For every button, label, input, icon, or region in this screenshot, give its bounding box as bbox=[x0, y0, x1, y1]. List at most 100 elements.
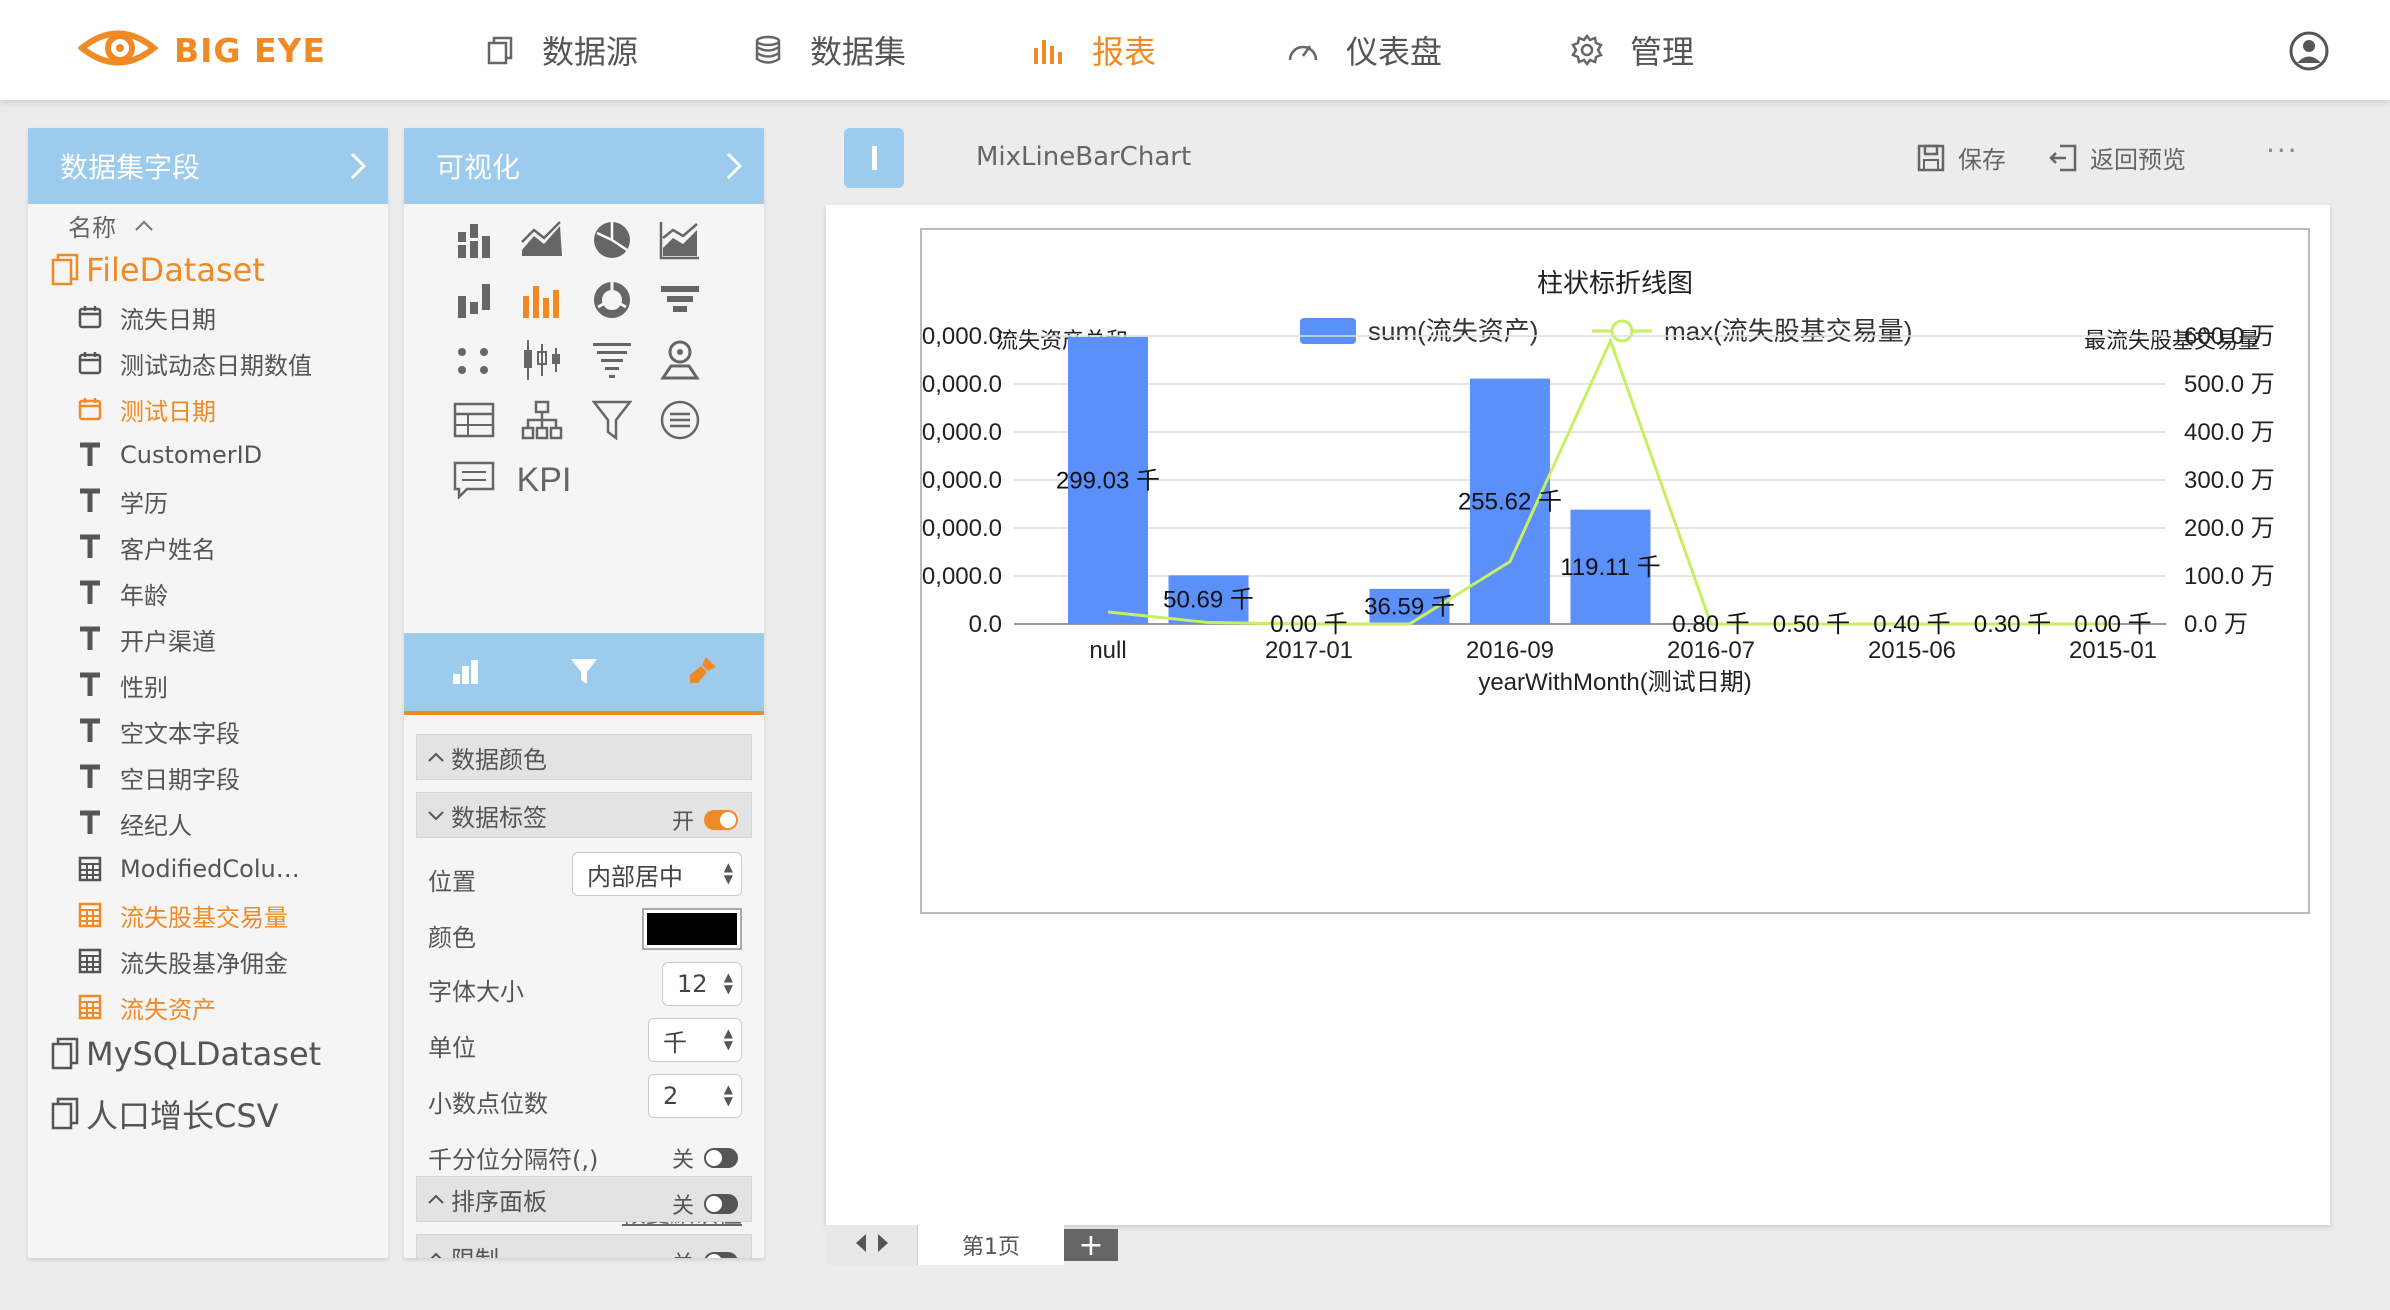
chart-widget[interactable]: 柱状标折线图 sum(流失资产) max(流失股基交易量) 流失资产总和 最流失股基交易… bbox=[895, 228, 2310, 914]
bar-data-label: 50.69 千 bbox=[1163, 587, 1254, 614]
viz-panel-header[interactable]: 可视化 bbox=[404, 128, 764, 204]
chevron-right-icon[interactable] bbox=[348, 150, 368, 189]
nav-admin[interactable]: 管理 bbox=[1570, 26, 1694, 74]
font-size-label: 字体大小 bbox=[428, 978, 524, 1006]
field-item[interactable]: 学历 bbox=[28, 478, 388, 524]
limit-toggle[interactable]: 关 bbox=[672, 1246, 739, 1258]
field-item[interactable]: 空日期字段 bbox=[28, 754, 388, 800]
bar-data-label: 0.80 千 bbox=[1672, 611, 1749, 638]
unit-select[interactable]: 千 ▲ ▼ bbox=[648, 1018, 742, 1062]
data-label-toggle[interactable]: 开 bbox=[672, 804, 739, 836]
chevron-up-icon bbox=[427, 751, 445, 763]
calendar-icon bbox=[76, 305, 104, 329]
donut-chart-icon[interactable] bbox=[590, 278, 634, 322]
add-page-button[interactable]: + bbox=[1064, 1228, 1118, 1263]
text-cursor-button[interactable] bbox=[844, 128, 904, 188]
chevron-right-icon[interactable] bbox=[724, 150, 744, 189]
more-menu-button[interactable]: ··· bbox=[2266, 134, 2299, 167]
dataset-item[interactable]: FileDataset bbox=[28, 246, 388, 294]
label-position-select[interactable]: 内部居中 ▲ ▼ bbox=[572, 852, 742, 896]
field-name: 开户渠道 bbox=[120, 627, 216, 656]
nav-report[interactable]: 报表 bbox=[1032, 26, 1156, 74]
tab-page-1[interactable]: 第1页 bbox=[918, 1225, 1064, 1265]
dataset-icon bbox=[50, 1036, 80, 1072]
area-chart-icon[interactable] bbox=[658, 218, 702, 262]
number-type-icon bbox=[76, 994, 104, 1020]
field-item[interactable]: 性别 bbox=[28, 662, 388, 708]
decimal-stepper[interactable]: 2 ▲ ▼ bbox=[648, 1074, 742, 1118]
field-item[interactable]: 开户渠道 bbox=[28, 616, 388, 662]
line-area-chart-icon[interactable] bbox=[520, 218, 564, 262]
field-name: 流失日期 bbox=[120, 305, 216, 334]
user-icon[interactable] bbox=[2288, 30, 2330, 76]
scatter-chart-icon[interactable] bbox=[452, 338, 496, 382]
pie-chart-icon[interactable] bbox=[590, 218, 634, 262]
field-item[interactable]: 流失日期 bbox=[28, 294, 388, 340]
field-item[interactable]: 流失股基净佣金 bbox=[28, 938, 388, 984]
nav-dataset[interactable]: 数据集 bbox=[752, 26, 906, 74]
field-item[interactable]: 测试日期 bbox=[28, 386, 388, 432]
map-chart-icon[interactable] bbox=[658, 338, 702, 382]
legend-label: max(流失股基交易量) bbox=[1664, 316, 1912, 346]
y-right-tick-label: 100.0 万 bbox=[2184, 563, 2275, 590]
field-item[interactable]: 空文本字段 bbox=[28, 708, 388, 754]
font-size-stepper[interactable]: 12 ▲ ▼ bbox=[662, 962, 742, 1006]
field-name: 空文本字段 bbox=[120, 719, 240, 748]
page-nav-arrows[interactable] bbox=[826, 1225, 918, 1265]
kpi-chart-icon[interactable]: KPI bbox=[516, 458, 572, 502]
label-color-picker[interactable] bbox=[642, 908, 742, 950]
database-icon bbox=[752, 34, 784, 66]
field-item[interactable]: 测试动态日期数值 bbox=[28, 340, 388, 386]
logo[interactable]: BIG EYE bbox=[77, 20, 326, 80]
dataset-item[interactable]: 人口增长CSV bbox=[28, 1090, 388, 1138]
field-item[interactable]: 经纪人 bbox=[28, 800, 388, 846]
field-item[interactable]: ModifiedColu… bbox=[28, 846, 388, 892]
datasource-icon bbox=[484, 34, 516, 66]
field-item[interactable]: 流失股基交易量 bbox=[28, 892, 388, 938]
nav-datasource[interactable]: 数据源 bbox=[484, 26, 638, 74]
nav-dashboard[interactable]: 仪表盘 bbox=[1286, 26, 1442, 74]
field-name: 测试动态日期数值 bbox=[120, 351, 312, 380]
y-right-tick-label: 0.0 万 bbox=[2184, 611, 2248, 638]
sort-by-name[interactable]: 名称 bbox=[28, 204, 388, 246]
gauge-icon bbox=[1286, 34, 1320, 66]
field-item[interactable]: 客户姓名 bbox=[28, 524, 388, 570]
bar-data-label: 119.11 千 bbox=[1560, 554, 1661, 581]
back-to-preview-button[interactable]: 返回预览 bbox=[2048, 140, 2186, 175]
chart-name[interactable]: MixLineBarChart bbox=[976, 142, 1191, 172]
text-chart-icon[interactable] bbox=[452, 458, 496, 502]
field-name: 流失资产 bbox=[120, 995, 216, 1024]
tree-chart-icon[interactable] bbox=[520, 398, 564, 442]
waterfall-chart-icon[interactable] bbox=[452, 278, 496, 322]
tab-format[interactable] bbox=[680, 649, 724, 693]
dataset-item[interactable]: MySQLDataset bbox=[28, 1030, 388, 1078]
save-button[interactable]: 保存 bbox=[1916, 140, 2006, 175]
tab-filter[interactable] bbox=[562, 649, 606, 693]
field-item[interactable]: 流失资产 bbox=[28, 984, 388, 1030]
filter-chart-icon[interactable] bbox=[590, 398, 634, 442]
bar-chart-selected-icon[interactable] bbox=[520, 278, 564, 322]
viz-tabstrip bbox=[404, 633, 764, 711]
candlestick-chart-icon[interactable] bbox=[520, 338, 564, 382]
number-type-icon bbox=[76, 948, 104, 974]
list-filter-icon[interactable] bbox=[658, 398, 702, 442]
wordcloud-chart-icon[interactable] bbox=[590, 338, 634, 382]
bar-data-label: 299.03 千 bbox=[1056, 467, 1160, 494]
spinner-icon: ▲ ▼ bbox=[723, 970, 733, 996]
stacked-bar-chart-icon[interactable] bbox=[452, 218, 496, 262]
field-item[interactable]: 年龄 bbox=[28, 570, 388, 616]
y-left-tick-label: 50,000.0 bbox=[922, 563, 1002, 590]
field-item[interactable]: CustomerID bbox=[28, 432, 388, 478]
dataset-panel-header[interactable]: 数据集字段 bbox=[28, 128, 388, 204]
table-chart-icon[interactable] bbox=[452, 398, 496, 442]
chevron-up-icon bbox=[427, 1193, 445, 1205]
arrow-left-icon[interactable] bbox=[854, 1232, 868, 1258]
text-type-icon bbox=[76, 764, 104, 790]
arrow-right-icon[interactable] bbox=[876, 1232, 890, 1258]
tab-fields[interactable] bbox=[444, 649, 488, 693]
legend-swatch-bar bbox=[1300, 318, 1356, 344]
funnel-chart-icon[interactable] bbox=[658, 278, 702, 322]
section-data-color[interactable]: 数据颜色 bbox=[416, 734, 752, 780]
bar-data-label: 36.59 千 bbox=[1364, 593, 1455, 620]
sort-panel-toggle[interactable]: 关 bbox=[672, 1188, 739, 1220]
